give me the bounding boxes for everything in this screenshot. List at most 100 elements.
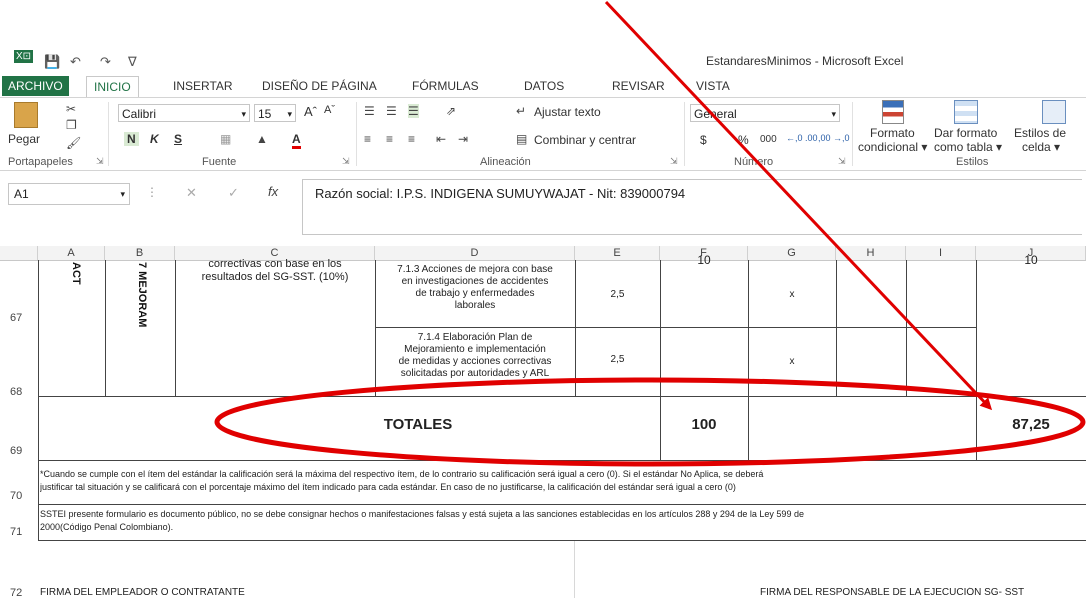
insert-function-icon[interactable]: fx	[268, 184, 278, 199]
number-launcher-icon[interactable]: ⇲	[838, 156, 846, 167]
cell-firma-empleador[interactable]: FIRMA DEL EMPLEADOR O CONTRATANTE	[40, 587, 245, 599]
cell-d67-line3: de trabajo y enfermedades	[415, 288, 535, 299]
cell-j-top[interactable]: 10	[976, 254, 1086, 264]
copy-icon[interactable]: ❐	[66, 118, 77, 132]
thousands-button[interactable]: 000	[760, 134, 777, 145]
font-launcher-icon[interactable]: ⇲	[342, 156, 350, 167]
cell-firma-responsable[interactable]: FIRMA DEL RESPONSABLE DE LA EJECUCIÓN SG…	[760, 587, 1086, 599]
select-all-corner[interactable]	[0, 246, 38, 260]
column-header-i[interactable]: I	[906, 246, 976, 260]
format-painter-icon[interactable]: 🖌	[66, 136, 81, 150]
cell-g67[interactable]: x	[748, 289, 836, 301]
percent-button[interactable]: %	[738, 133, 749, 147]
cell-g68[interactable]: x	[748, 356, 836, 368]
ribbon-tabs: ARCHIVO INICIO INSERTAR DISEÑO DE PÁGINA…	[0, 76, 1086, 98]
row-header-70[interactable]: 70	[0, 490, 38, 502]
cell-styles-button[interactable]: Estilos de celda ▾	[1004, 98, 1086, 154]
decrease-indent-icon[interactable]: ⇤	[436, 132, 446, 146]
name-box[interactable]: A1 ▾	[8, 183, 130, 205]
row-header-72[interactable]: 72	[0, 587, 38, 599]
cell-e68[interactable]: 2,5	[575, 354, 660, 366]
tab-datos[interactable]: DATOS	[524, 76, 564, 96]
paste-button[interactable]: Pegar	[6, 102, 46, 152]
orientation-icon[interactable]: ⇗	[446, 104, 456, 118]
wrap-text-icon[interactable]: ↵	[516, 104, 526, 118]
save-icon[interactable]: 💾	[44, 54, 60, 70]
group-font-label: Fuente	[202, 156, 237, 168]
wrap-text-button[interactable]: Ajustar texto	[534, 105, 601, 119]
row-header-71[interactable]: 71	[0, 526, 38, 538]
enter-icon[interactable]: ✓	[228, 185, 239, 201]
column-header-b[interactable]: B	[105, 246, 175, 260]
cell-d67[interactable]: 7.1.3 Acciones de mejora con base en inv…	[376, 264, 574, 312]
formula-bar: A1 ▾ ⋮ ✕ ✓ fx Razón social: I.P.S. INDIGE…	[0, 175, 1086, 237]
tab-archivo[interactable]: ARCHIVO	[2, 76, 69, 96]
ribbon: Pegar ✂ ❐ 🖌 Portapapeles ⇲ Calibri ▾ 15 ▾ …	[0, 97, 1086, 171]
column-headers: A B C D E F G H I J	[0, 246, 1086, 261]
tab-diseno-pagina[interactable]: DISEÑO DE PÁGINA	[262, 76, 377, 96]
align-middle-icon[interactable]: ☰	[386, 104, 397, 118]
borders-icon[interactable]: ▦	[220, 132, 231, 146]
grow-font-button[interactable]: Aˆ	[304, 104, 317, 119]
cell-row70-note[interactable]: *Cuando se cumple con el ítem del estánd…	[40, 468, 1086, 494]
row70-line2: justificar tal situación y se calificará…	[40, 482, 736, 492]
tab-vista[interactable]: VISTA	[696, 76, 730, 96]
row-header-68[interactable]: 68	[0, 386, 38, 398]
tab-inicio[interactable]: INICIO	[86, 76, 139, 97]
conditional-format-button[interactable]: Formato condicional ▾	[856, 98, 927, 154]
cell-d67-line1: 7.1.3 Acciones de mejora con base	[397, 264, 553, 275]
cut-icon[interactable]: ✂	[66, 102, 76, 116]
font-size-select[interactable]: 15 ▾	[254, 104, 296, 122]
tab-formulas[interactable]: FÓRMULAS	[412, 76, 479, 96]
increase-indent-icon[interactable]: ⇥	[458, 132, 468, 146]
window-title: EstandaresMinimos - Microsoft Excel	[706, 54, 904, 68]
cell-d68[interactable]: 7.1.4 Elaboración Plan de Mejoramiento e…	[376, 332, 574, 394]
bold-button[interactable]: N	[124, 132, 139, 146]
currency-button[interactable]: $	[700, 133, 707, 147]
cell-j69-score[interactable]: 87,25	[976, 416, 1086, 434]
number-format-select[interactable]: General ▾	[690, 104, 840, 122]
cell-f69-total[interactable]: 100	[660, 416, 748, 434]
row-header-67[interactable]: 67	[0, 312, 38, 324]
underline-button[interactable]: S	[174, 132, 182, 146]
column-header-d[interactable]: D	[375, 246, 575, 260]
align-top-icon[interactable]: ☰	[364, 104, 375, 118]
cell-e67[interactable]: 2,5	[575, 289, 660, 301]
format-as-table-button[interactable]: Dar formato como tabla ▾	[930, 98, 1002, 154]
shrink-font-button[interactable]: Aˇ	[324, 104, 335, 116]
align-bottom-icon[interactable]: ☰	[408, 104, 419, 118]
excel-logo-icon: X⊡	[14, 50, 34, 63]
fill-color-icon[interactable]: ▲	[256, 132, 268, 146]
font-name-select[interactable]: Calibri ▾	[118, 104, 250, 122]
column-header-h[interactable]: H	[836, 246, 906, 260]
column-header-e[interactable]: E	[575, 246, 660, 260]
column-header-a[interactable]: A	[38, 246, 105, 260]
cancel-icon[interactable]: ✕	[186, 185, 197, 201]
cell-c-text[interactable]: correctivas con base en los resultados d…	[176, 258, 374, 294]
decrease-decimal-button[interactable]: ,00 →,0	[818, 133, 850, 143]
font-color-button[interactable]: A	[292, 132, 301, 149]
align-left-icon[interactable]: ≡	[364, 132, 371, 146]
totales-label[interactable]: TOTALES	[176, 416, 660, 434]
increase-decimal-button[interactable]: ←,0 .00	[786, 133, 818, 143]
alignment-launcher-icon[interactable]: ⇲	[670, 156, 678, 167]
row71-line2: 2000(Código Penal Colombiano).	[40, 522, 174, 532]
clipboard-launcher-icon[interactable]: ⇲	[96, 156, 104, 167]
cell-row71-note[interactable]: SSTEI presente formulario es documento p…	[40, 508, 1086, 534]
cell-f-top[interactable]: 10	[660, 254, 748, 264]
tab-insertar[interactable]: INSERTAR	[173, 76, 233, 96]
merge-center-icon[interactable]: ▤	[516, 132, 527, 146]
tab-revisar[interactable]: REVISAR	[612, 76, 665, 96]
customize-qat-icon[interactable]: ∇	[128, 54, 137, 70]
merge-center-button[interactable]: Combinar y centrar	[534, 133, 636, 147]
row-header-69[interactable]: 69	[0, 445, 38, 457]
formula-input[interactable]: Razón social: I.P.S. INDIGENA SUMUYWAJAT…	[302, 179, 1082, 235]
align-center-icon[interactable]: ≡	[386, 132, 393, 146]
redo-icon[interactable]: ↷	[100, 54, 111, 70]
cell-d68-line2: Mejoramiento e implementación	[404, 344, 546, 355]
align-right-icon[interactable]: ≡	[408, 132, 415, 146]
italic-button[interactable]: K	[150, 132, 159, 146]
column-header-g[interactable]: G	[748, 246, 836, 260]
undo-icon[interactable]: ↶	[70, 54, 81, 70]
conditional-format-icon	[882, 100, 904, 124]
